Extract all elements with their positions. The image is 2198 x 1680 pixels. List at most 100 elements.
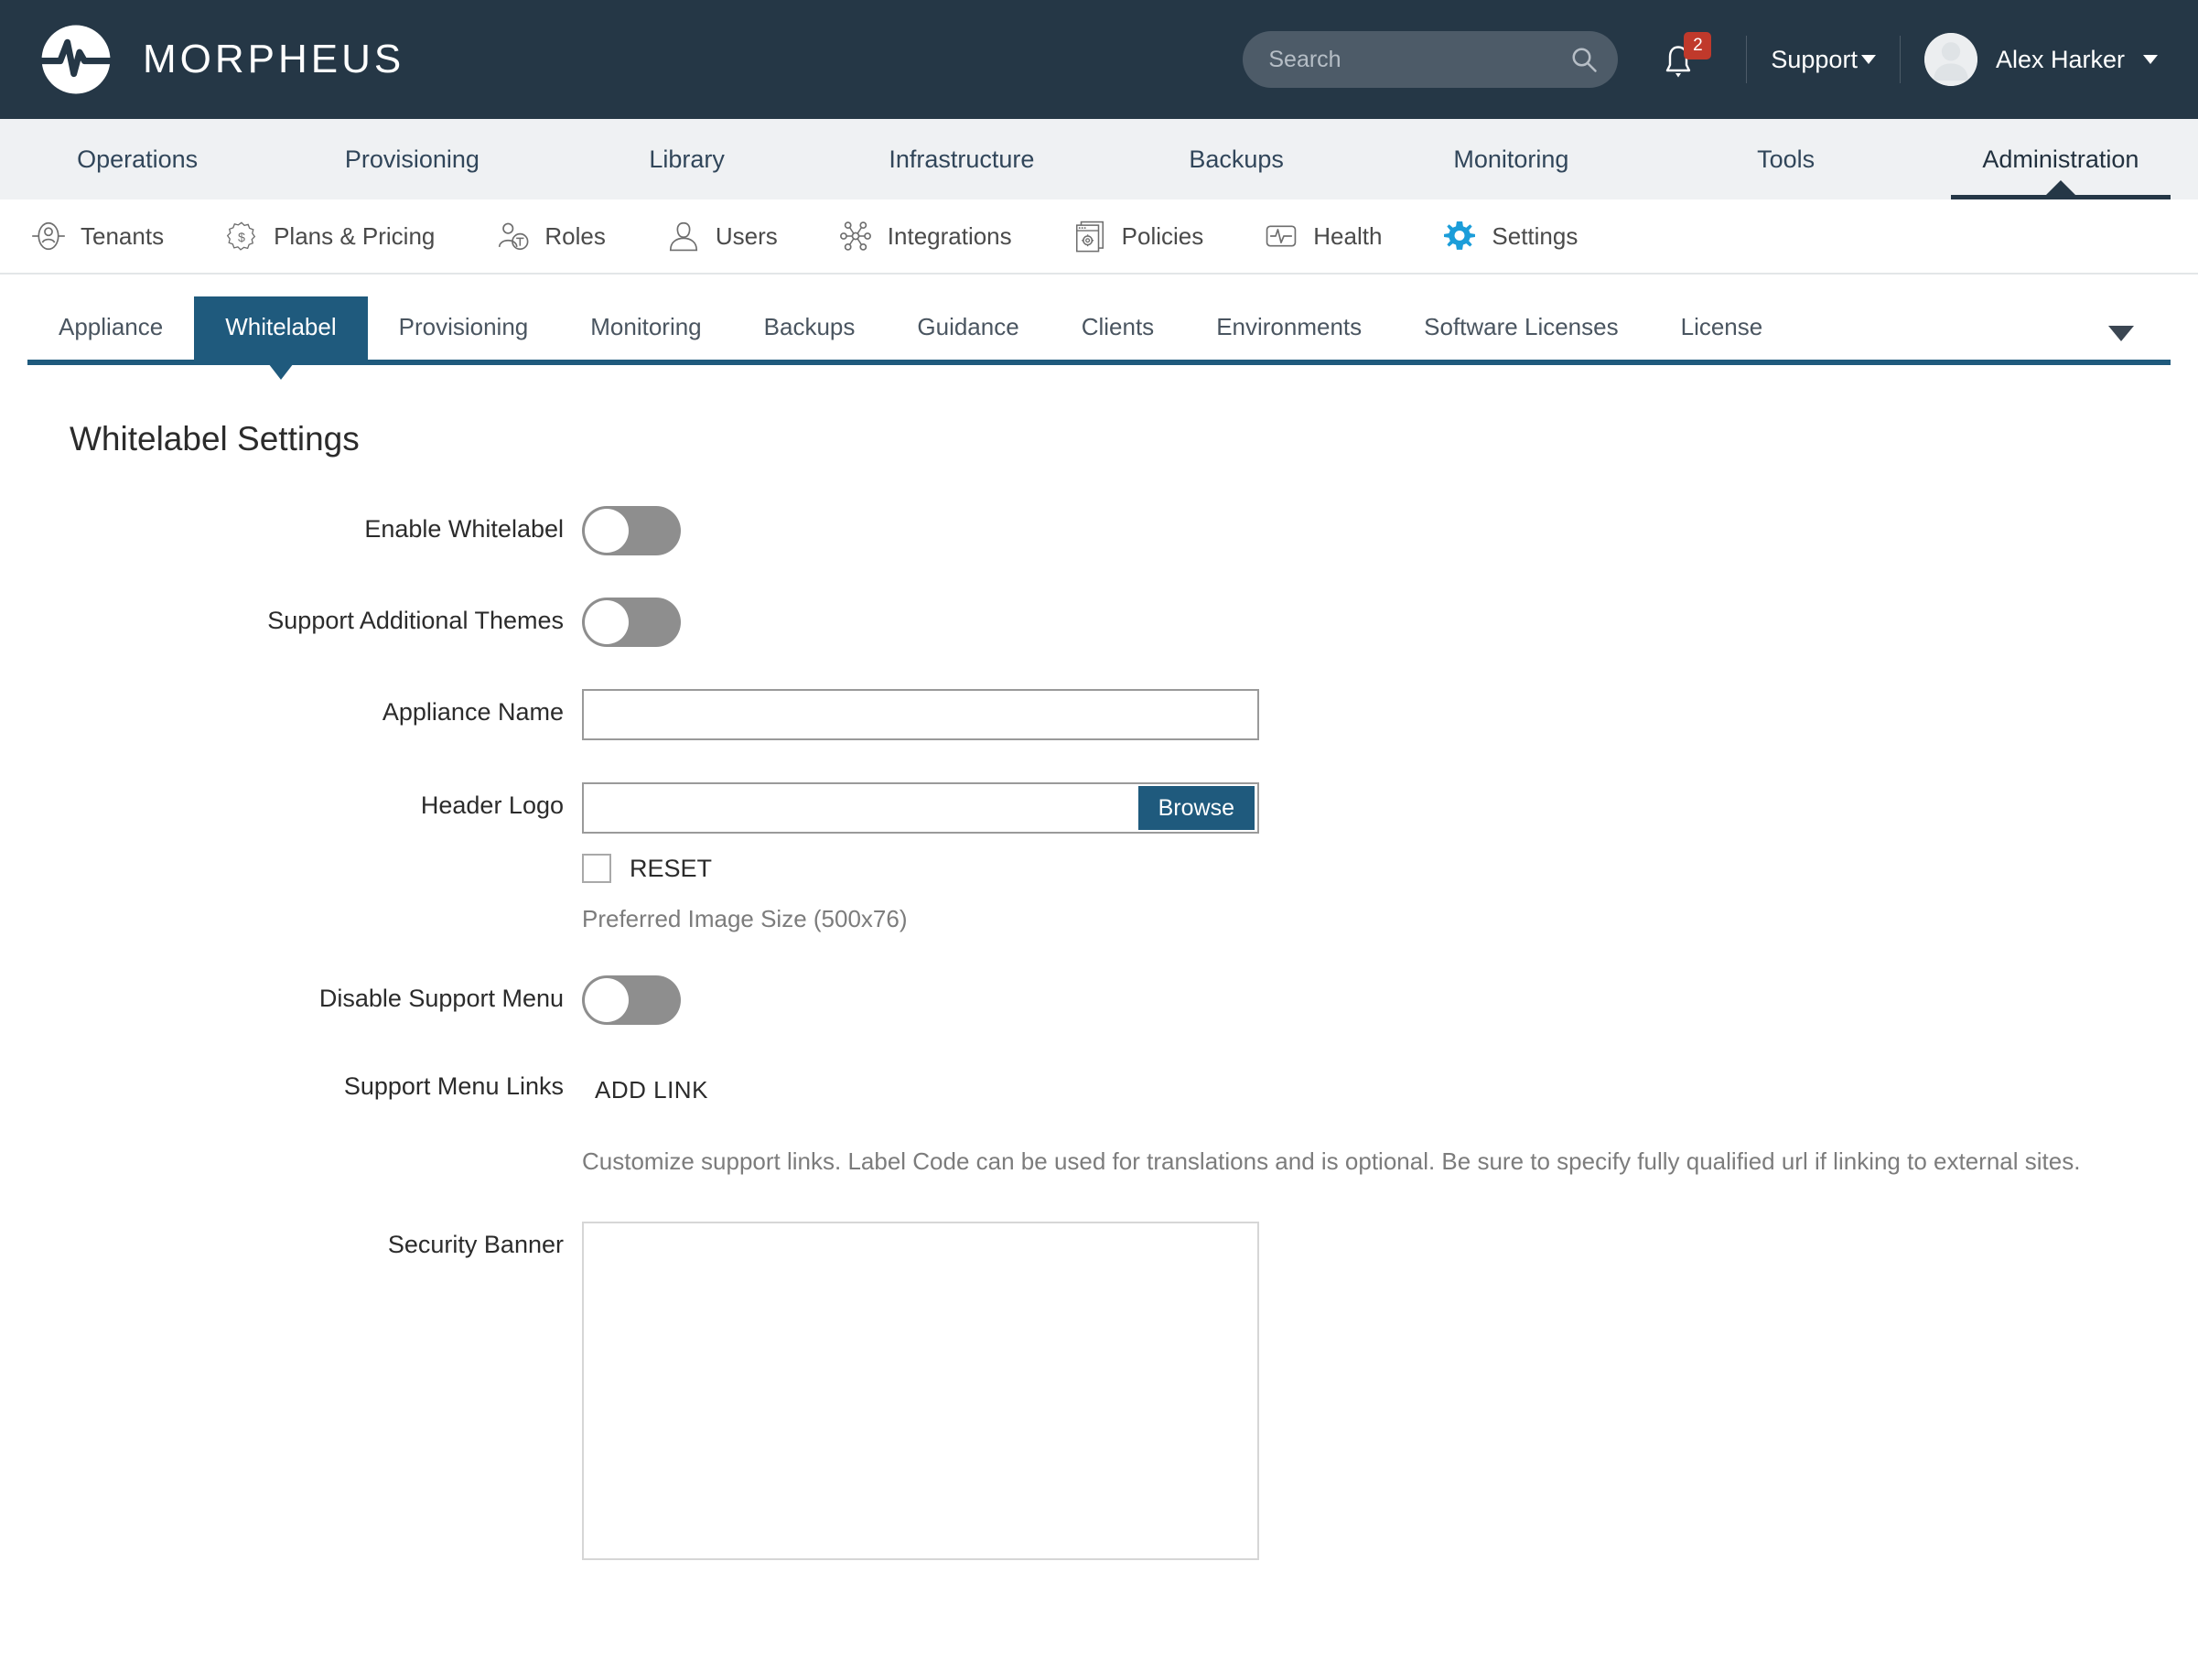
tab-label: Provisioning xyxy=(399,313,529,340)
tab-label: Appliance xyxy=(59,313,163,340)
subnav-item-users[interactable]: Users xyxy=(666,219,778,253)
header-logo-file-picker[interactable]: Browse xyxy=(582,782,1259,834)
field-header-logo: Header Logo Browse RESET Preferred Image… xyxy=(0,782,2198,933)
policies-icon xyxy=(1072,219,1107,253)
tab-label: Environments xyxy=(1216,313,1362,340)
add-link-button[interactable]: ADD LINK xyxy=(582,1067,712,1104)
subnav-item-plans-pricing[interactable]: $ Plans & Pricing xyxy=(224,219,435,253)
notifications-button[interactable]: 2 xyxy=(1660,32,1709,87)
nav-item-library[interactable]: Library xyxy=(550,119,824,199)
field-control: Browse RESET Preferred Image Size (500x7… xyxy=(582,782,2198,933)
field-control xyxy=(582,506,2198,555)
user-name-label: Alex Harker xyxy=(1996,46,2125,74)
security-banner-textarea[interactable] xyxy=(582,1222,1259,1560)
enable-whitelabel-toggle[interactable] xyxy=(582,506,681,555)
field-label: Enable Whitelabel xyxy=(0,506,582,542)
disable-support-menu-toggle[interactable] xyxy=(582,975,681,1025)
brand[interactable]: MORPHEUS xyxy=(40,24,404,95)
tab-software-licenses[interactable]: Software Licenses xyxy=(1393,296,1649,360)
subnav-label: Settings xyxy=(1492,222,1578,251)
nav-label: Administration xyxy=(1982,145,2139,174)
field-support-menu-links: Support Menu Links ADD LINK Customize su… xyxy=(0,1067,2198,1179)
field-support-additional-themes: Support Additional Themes xyxy=(0,598,2198,647)
subnav-label: Plans & Pricing xyxy=(274,222,435,251)
top-header-bar: MORPHEUS 2 Support xyxy=(0,0,2198,119)
subnav-item-roles[interactable]: Roles xyxy=(495,219,605,253)
tab-environments[interactable]: Environments xyxy=(1185,296,1393,360)
toggle-knob xyxy=(585,600,629,644)
header-logo-path-input[interactable] xyxy=(584,784,1138,832)
active-nav-arrow-icon xyxy=(2046,180,2075,195)
support-menu-label: Support xyxy=(1771,46,1858,74)
integrations-icon xyxy=(838,219,873,253)
nav-label: Infrastructure xyxy=(889,145,1034,174)
search-input[interactable] xyxy=(1243,31,1618,88)
field-label: Disable Support Menu xyxy=(0,975,582,1011)
subnav-item-integrations[interactable]: Integrations xyxy=(838,219,1012,253)
roles-icon xyxy=(495,219,530,253)
field-control xyxy=(582,598,2198,647)
field-label: Support Menu Links xyxy=(0,1067,582,1099)
field-control xyxy=(582,689,2198,740)
tab-clients[interactable]: Clients xyxy=(1051,296,1185,360)
toggle-knob xyxy=(585,978,629,1022)
tab-overflow-button[interactable] xyxy=(2077,309,2171,360)
primary-navigation: Operations Provisioning Library Infrastr… xyxy=(0,119,2198,199)
nav-item-monitoring[interactable]: Monitoring xyxy=(1374,119,1648,199)
chevron-down-icon xyxy=(1861,55,1876,64)
field-security-banner: Security Banner xyxy=(0,1222,2198,1560)
tab-backups[interactable]: Backups xyxy=(733,296,887,360)
header-actions: 2 Support Alex Harker xyxy=(1243,31,2158,88)
nav-item-operations[interactable]: Operations xyxy=(0,119,275,199)
toggle-knob xyxy=(585,509,629,553)
subnav-item-health[interactable]: Health xyxy=(1264,219,1382,253)
field-label: Security Banner xyxy=(0,1222,582,1257)
dollar-badge-icon: $ xyxy=(224,219,259,253)
nav-item-provisioning[interactable]: Provisioning xyxy=(275,119,549,199)
brand-name: MORPHEUS xyxy=(143,37,404,82)
tab-label: Backups xyxy=(764,313,856,340)
sub-tab-underline xyxy=(27,360,2171,365)
users-icon xyxy=(666,219,701,253)
active-tab-arrow-icon xyxy=(265,360,296,380)
chevron-down-icon xyxy=(2108,326,2134,341)
search-icon[interactable] xyxy=(1570,46,1598,73)
subnav-label: Policies xyxy=(1122,222,1204,251)
reset-label: RESET xyxy=(630,855,712,883)
tab-label: Software Licenses xyxy=(1424,313,1618,340)
notification-badge: 2 xyxy=(1684,32,1711,59)
field-enable-whitelabel: Enable Whitelabel xyxy=(0,506,2198,555)
page-title: Whitelabel Settings xyxy=(70,420,2198,458)
tab-monitoring[interactable]: Monitoring xyxy=(559,296,732,360)
gear-icon xyxy=(1442,219,1477,253)
tenants-icon xyxy=(31,219,66,253)
search-box[interactable] xyxy=(1243,31,1618,88)
field-label: Appliance Name xyxy=(0,689,582,725)
nav-item-tools[interactable]: Tools xyxy=(1649,119,1923,199)
tab-license[interactable]: License xyxy=(1650,296,1794,360)
user-menu[interactable]: Alex Harker xyxy=(1924,33,2158,86)
nav-label: Provisioning xyxy=(345,145,479,174)
tab-label: Guidance xyxy=(917,313,1018,340)
tab-label: Whitelabel xyxy=(225,313,336,340)
nav-item-administration[interactable]: Administration xyxy=(1923,119,2198,199)
tab-provisioning[interactable]: Provisioning xyxy=(368,296,560,360)
reset-checkbox[interactable] xyxy=(582,854,611,883)
support-menu-links-help-text: Customize support links. Label Code can … xyxy=(582,1145,2128,1179)
nav-item-infrastructure[interactable]: Infrastructure xyxy=(824,119,1099,199)
appliance-name-input[interactable] xyxy=(582,689,1259,740)
nav-item-backups[interactable]: Backups xyxy=(1099,119,1374,199)
subnav-item-tenants[interactable]: Tenants xyxy=(31,219,164,253)
tab-whitelabel[interactable]: Whitelabel xyxy=(194,296,367,360)
support-menu[interactable]: Support xyxy=(1771,46,1876,74)
subnav-label: Health xyxy=(1313,222,1382,251)
support-additional-themes-toggle[interactable] xyxy=(582,598,681,647)
tab-guidance[interactable]: Guidance xyxy=(886,296,1050,360)
subnav-item-policies[interactable]: Policies xyxy=(1072,219,1204,253)
subnav-item-settings[interactable]: Settings xyxy=(1442,219,1578,253)
nav-label: Operations xyxy=(77,145,198,174)
tab-appliance[interactable]: Appliance xyxy=(27,296,194,360)
header-logo-reset-row: RESET xyxy=(582,854,2198,883)
field-disable-support-menu: Disable Support Menu xyxy=(0,975,2198,1025)
browse-button[interactable]: Browse xyxy=(1138,786,1255,830)
